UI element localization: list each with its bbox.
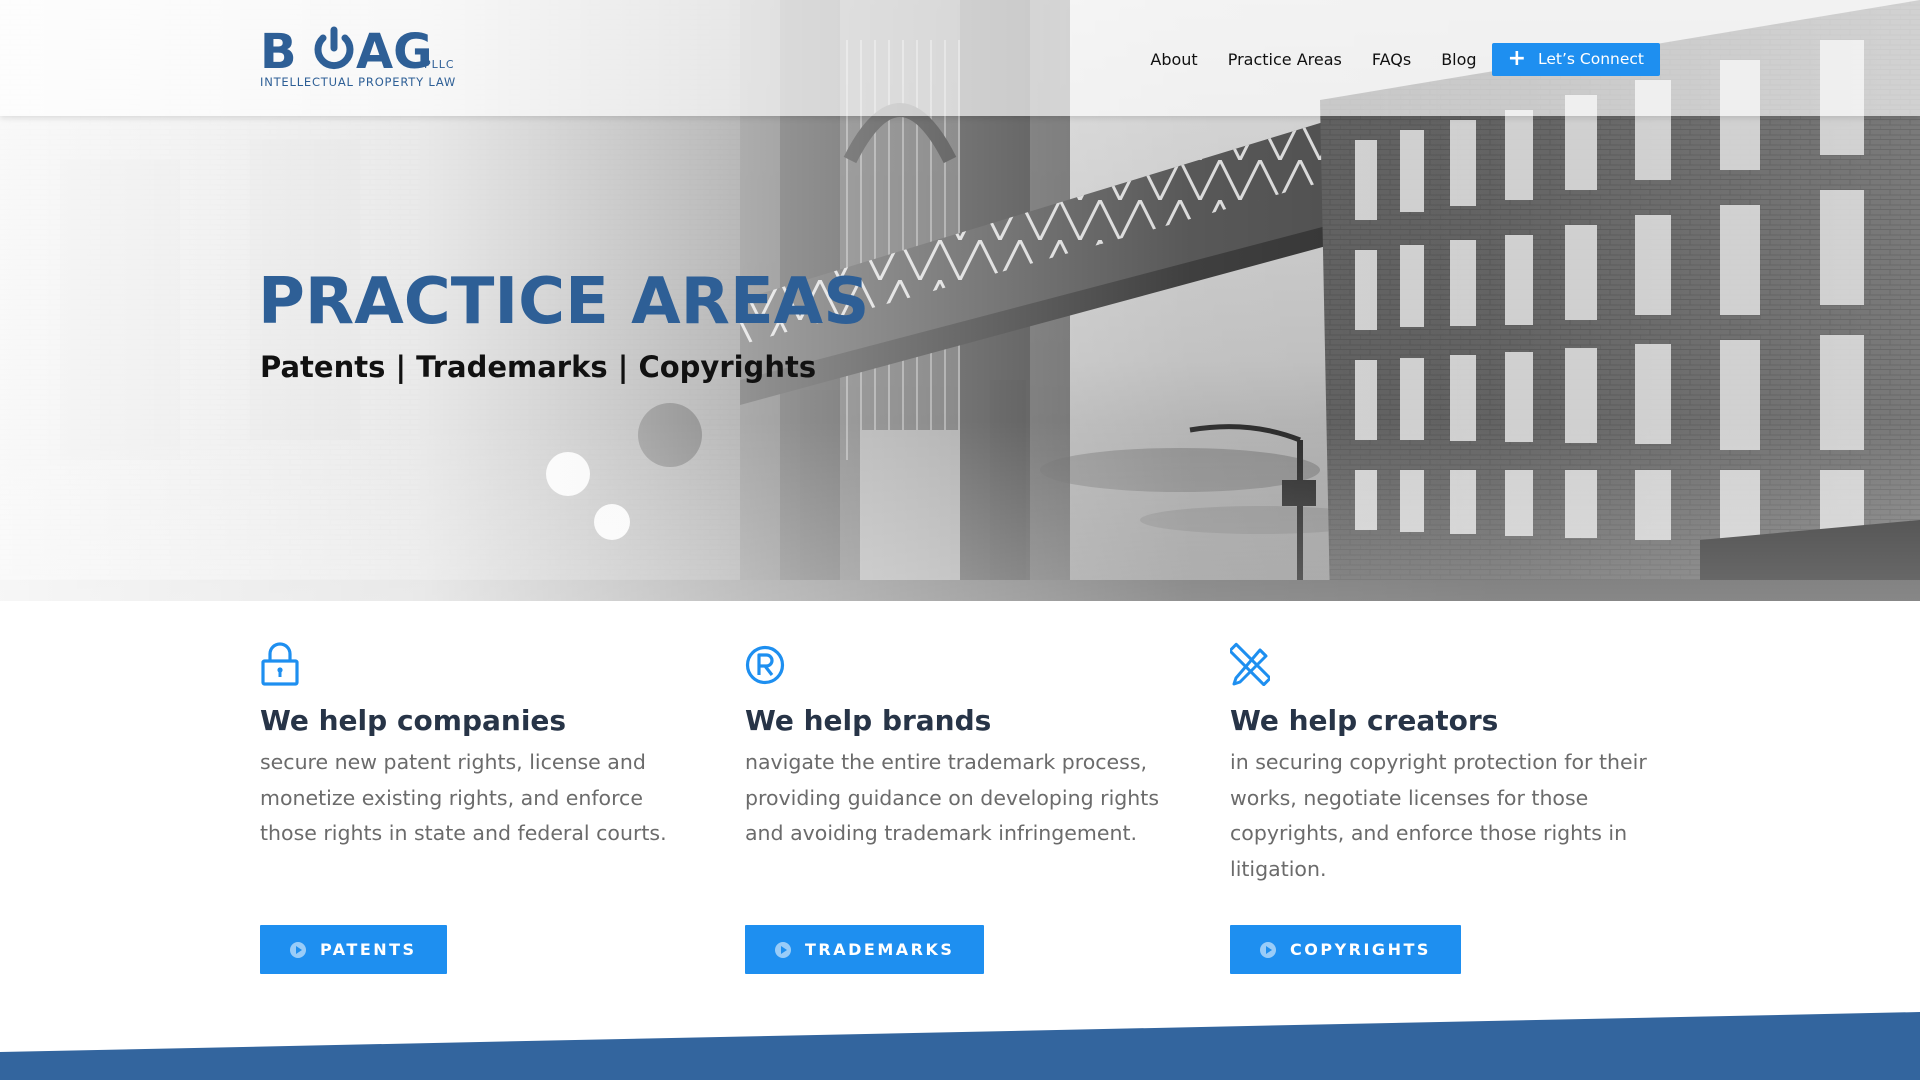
service-description: secure new patent rights, license and mo… — [260, 750, 667, 845]
svg-text:AG: AG — [356, 24, 433, 76]
patents-button[interactable]: PATENTS — [260, 925, 447, 974]
svg-text:B: B — [260, 24, 297, 76]
copyrights-button[interactable]: COPYRIGHTS — [1230, 925, 1461, 974]
nav-item-blog[interactable]: Blog — [1441, 50, 1476, 69]
lock-icon — [261, 642, 299, 686]
service-description: navigate the entire trademark process, p… — [745, 750, 1159, 845]
service-heading: We help brands — [745, 704, 992, 737]
service-trademarks: We help brands navigate the entire trade… — [745, 642, 1185, 852]
service-heading: We help creators — [1230, 704, 1499, 737]
patents-button-label: PATENTS — [320, 940, 417, 959]
logo-suffix: PLLC — [424, 58, 455, 71]
trademarks-button-label: TRADEMARKS — [805, 940, 955, 959]
service-heading: We help companies — [260, 704, 567, 737]
play-icon — [290, 941, 306, 958]
power-icon — [314, 26, 354, 70]
plus-icon: + — [1507, 46, 1526, 71]
site-header: BOAG B AG PLLC INTELLECTUAL PROPERTY LAW… — [0, 0, 1920, 116]
trademarks-button[interactable]: TRADEMARKS — [745, 925, 985, 974]
registered-trademark-icon — [745, 645, 785, 685]
page-title: PRACTICE AREAS — [258, 265, 870, 339]
pencil-ruler-icon — [1230, 642, 1270, 686]
service-patents: We help companies secure new patent righ… — [260, 642, 700, 852]
service-copyrights: We help creators in securing copyright p… — [1230, 642, 1670, 887]
play-icon — [775, 941, 791, 958]
lets-connect-label: Let’s Connect — [1538, 50, 1644, 68]
main-nav: About Practice Areas FAQs Blog + Let’s C… — [1150, 42, 1660, 76]
nav-item-about[interactable]: About — [1150, 50, 1197, 69]
lets-connect-button[interactable]: + Let’s Connect — [1491, 42, 1660, 76]
logo-tagline: INTELLECTUAL PROPERTY LAW — [260, 75, 457, 89]
footer-band — [0, 1012, 1920, 1080]
logo[interactable]: BOAG B AG PLLC INTELLECTUAL PROPERTY LAW — [260, 24, 460, 94]
play-icon — [1260, 941, 1276, 958]
copyrights-button-label: COPYRIGHTS — [1290, 940, 1431, 959]
service-description: in securing copyright protection for the… — [1230, 750, 1647, 881]
page-subtitle: Patents | Trademarks | Copyrights — [260, 350, 817, 384]
nav-item-practice-areas[interactable]: Practice Areas — [1228, 50, 1342, 69]
nav-item-faqs[interactable]: FAQs — [1372, 50, 1411, 69]
